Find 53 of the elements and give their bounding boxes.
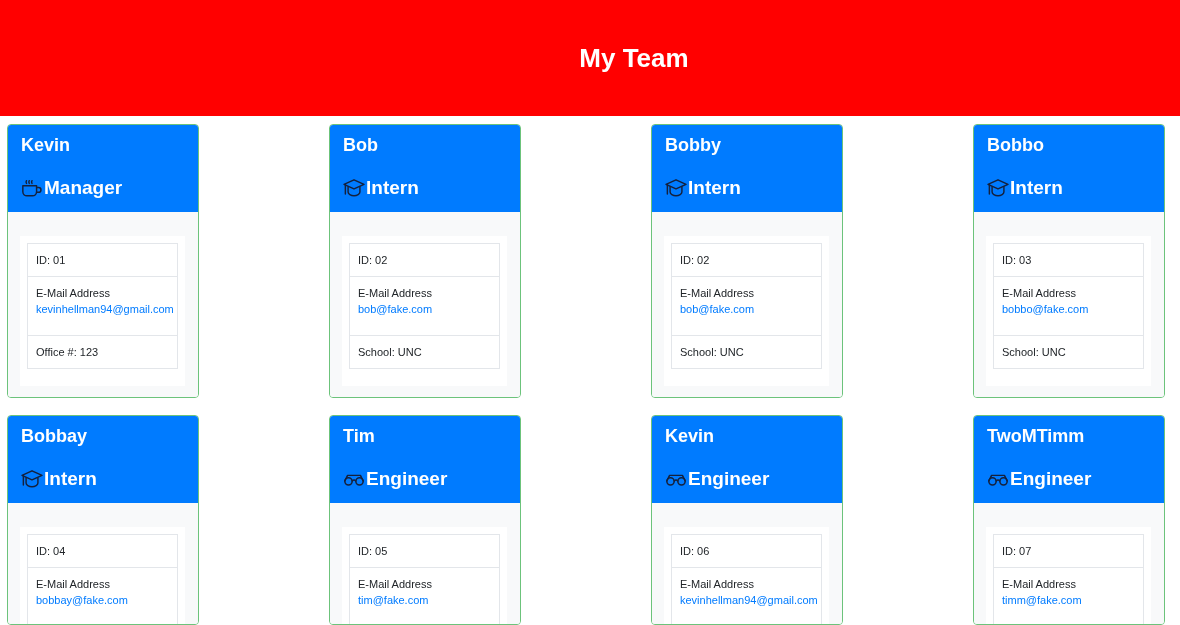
employee-name: Bobbo: [987, 134, 1045, 156]
employee-id: ID: 06: [671, 534, 822, 568]
email-label: E-Mail Address: [358, 286, 433, 301]
employee-id: ID: 07: [993, 534, 1144, 568]
email-link[interactable]: bob@fake.com: [358, 301, 433, 317]
employee-role: Intern: [366, 176, 419, 200]
email-link[interactable]: kevinhellman94@gmail.com: [36, 301, 174, 317]
employee-name: Bob: [343, 134, 379, 156]
employee-detail: Office #: 123: [27, 336, 178, 369]
email-label: E-Mail Address: [1002, 286, 1077, 301]
employee-role: Intern: [44, 467, 97, 491]
employee-detail: School: UNC: [671, 336, 822, 369]
graduation-cap-icon: [665, 178, 687, 198]
employee-detail: School: UNC: [349, 336, 500, 369]
coffee-mug-icon: [21, 178, 43, 198]
email-link[interactable]: bob@fake.com: [680, 301, 755, 317]
glasses-icon: [665, 472, 687, 486]
email-link[interactable]: timm@fake.com: [1002, 592, 1082, 608]
employee-role: Intern: [688, 176, 741, 200]
employee-name: Tim: [343, 425, 376, 447]
employee-name: Bobby: [665, 134, 722, 156]
email-label: E-Mail Address: [1002, 577, 1077, 592]
employee-detail: School: UNC: [993, 336, 1144, 369]
employee-id: ID: 05: [349, 534, 500, 568]
email-link[interactable]: tim@fake.com: [358, 592, 429, 608]
email-link[interactable]: bobbay@fake.com: [36, 592, 128, 608]
employee-role: Manager: [44, 176, 123, 200]
employee-id: ID: 02: [349, 243, 500, 277]
graduation-cap-icon: [343, 178, 365, 198]
email-link[interactable]: bobbo@fake.com: [1002, 301, 1089, 317]
employee-id: ID: 03: [993, 243, 1144, 277]
email-label: E-Mail Address: [358, 577, 433, 592]
glasses-icon: [987, 472, 1009, 486]
email-label: E-Mail Address: [680, 577, 755, 592]
glasses-icon: [343, 472, 365, 486]
email-label: E-Mail Address: [36, 286, 111, 301]
employee-role: Intern: [1010, 176, 1063, 200]
employee-role: Engineer: [1010, 467, 1092, 491]
employee-id: ID: 04: [27, 534, 178, 568]
employee-name: Kevin: [21, 134, 72, 156]
employee-id: ID: 02: [671, 243, 822, 277]
graduation-cap-icon: [987, 178, 1009, 198]
employee-id: ID: 01: [27, 243, 178, 277]
email-label: E-Mail Address: [36, 577, 111, 592]
email-link[interactable]: kevinhellman94@gmail.com: [680, 592, 818, 608]
graduation-cap-icon: [21, 469, 43, 489]
page-title: My Team: [579, 42, 689, 74]
employee-role: Engineer: [366, 467, 448, 491]
employee-name: TwoMTimm: [987, 425, 1086, 447]
employee-name: Bobbay: [21, 425, 88, 447]
email-label: E-Mail Address: [680, 286, 755, 301]
employee-name: Kevin: [665, 425, 716, 447]
employee-role: Engineer: [688, 467, 770, 491]
